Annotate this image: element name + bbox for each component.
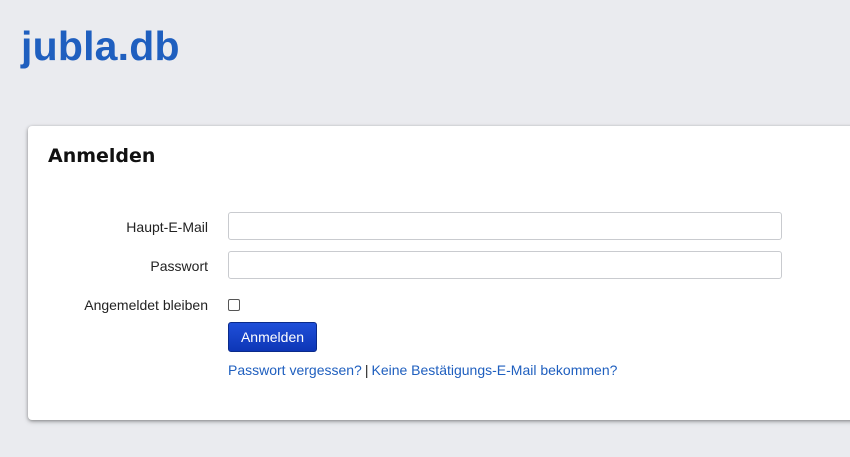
forgot-password-link[interactable]: Passwort vergessen?: [228, 362, 362, 378]
resend-confirmation-link[interactable]: Keine Bestätigungs-E-Mail bekommen?: [371, 362, 617, 378]
login-card: Anmelden Haupt-E-Mail Passwort Angemelde…: [28, 126, 850, 420]
password-field[interactable]: [228, 251, 782, 279]
links-separator: |: [364, 362, 369, 378]
site-logo-title[interactable]: jubla.db: [21, 22, 180, 70]
remember-me-label: Angemeldet bleiben: [84, 297, 208, 313]
password-label: Passwort: [150, 258, 208, 274]
email-label: Haupt-E-Mail: [126, 219, 208, 235]
auth-links: Passwort vergessen? | Keine Bestätigungs-E…: [228, 362, 617, 378]
page-title: Anmelden: [48, 145, 156, 167]
email-field[interactable]: [228, 212, 782, 240]
remember-me-checkbox[interactable]: [228, 299, 240, 311]
login-button[interactable]: Anmelden: [228, 322, 317, 352]
